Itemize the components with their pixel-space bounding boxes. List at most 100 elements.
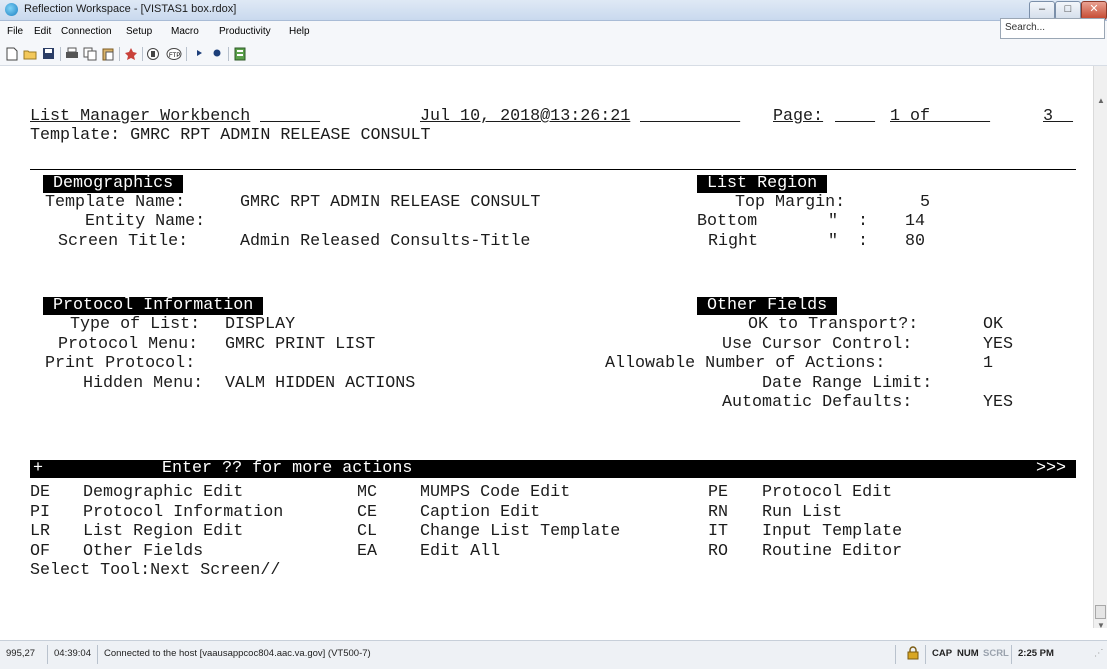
status-bar: 995,27 04:39:04 Connected to the host [v… (0, 640, 1107, 669)
screen-title-value[interactable]: Admin Released Consults-Title (240, 233, 530, 251)
top-margin-value[interactable]: 5 (920, 194, 930, 212)
lock-icon (906, 646, 920, 663)
date-range-label: Date Range Limit: (762, 374, 933, 393)
type-of-list-label: Type of List: (70, 315, 201, 334)
action-code[interactable]: MC (357, 484, 377, 502)
ok-transport-value[interactable]: OK (983, 316, 1003, 334)
action-code[interactable]: IT (708, 523, 728, 541)
menu-file[interactable]: File (7, 26, 23, 37)
action-bar: + Enter ?? for more actions >>> (30, 460, 1076, 478)
hidden-menu-label: Hidden Menu: (83, 374, 204, 393)
print-icon[interactable] (65, 47, 79, 61)
action-label[interactable]: Run List (762, 504, 842, 522)
action-label[interactable]: Other Fields (83, 543, 203, 561)
num-indicator: NUM (957, 648, 979, 659)
record-icon[interactable] (210, 47, 224, 61)
right-value[interactable]: 80 (905, 233, 925, 251)
action-label[interactable]: Routine Editor (762, 543, 902, 561)
copy-icon[interactable] (83, 47, 97, 61)
bottom-ditto: " : (828, 212, 869, 231)
menu-connection[interactable]: Connection (61, 26, 112, 37)
play-icon[interactable] (192, 47, 206, 61)
demographics-heading-text: Demographics (53, 174, 174, 193)
more-actions-indicator[interactable]: >>> (1036, 460, 1066, 478)
action-code[interactable]: PE (708, 484, 728, 502)
allowable-actions-label: Allowable Number of Actions: (605, 354, 886, 373)
action-label[interactable]: Change List Template (420, 523, 620, 541)
bottom-value[interactable]: 14 (905, 213, 925, 231)
action-code[interactable]: EA (357, 543, 377, 561)
protocol-heading: Protocol Information (43, 296, 264, 315)
menu-edit[interactable]: Edit (34, 26, 51, 37)
ftp-icon[interactable]: FTP (166, 47, 182, 61)
other-fields-heading: Other Fields (697, 296, 838, 315)
scroll-thumb[interactable] (1095, 605, 1106, 619)
ok-transport-label: OK to Transport?: (748, 315, 919, 334)
header-page-of: of (910, 107, 931, 126)
print-protocol-label: Print Protocol: (45, 354, 196, 373)
action-label[interactable]: Caption Edit (420, 504, 540, 522)
action-code[interactable]: CE (357, 504, 377, 522)
action-label[interactable]: Protocol Edit (762, 484, 892, 502)
header-filler (260, 108, 320, 126)
list-region-heading-text: List Region (707, 174, 818, 193)
search-input[interactable]: Search... (1000, 18, 1105, 39)
header-filler-3 (835, 108, 875, 126)
new-file-icon[interactable] (5, 47, 19, 61)
save-icon[interactable] (41, 47, 55, 61)
menu-setup[interactable]: Setup (126, 26, 152, 37)
action-code[interactable]: DE (30, 484, 50, 502)
clock: 2:25 PM (1018, 648, 1054, 659)
template-name-value[interactable]: GMRC RPT ADMIN RELEASE CONSULT (240, 194, 540, 212)
paste-icon[interactable] (101, 47, 115, 61)
template-line: Template: GMRC RPT ADMIN RELEASE CONSULT (30, 126, 431, 145)
action-label[interactable]: Edit All (420, 543, 500, 561)
elapsed-time: 04:39:04 (54, 648, 91, 659)
select-tool-prompt[interactable]: Select Tool:Next Screen// (30, 562, 280, 580)
svg-text:FTP: FTP (169, 53, 180, 59)
bottom-label: Bottom (697, 212, 758, 231)
hidden-menu-value[interactable]: VALM HIDDEN ACTIONS (225, 375, 415, 393)
action-label[interactable]: MUMPS Code Edit (420, 484, 570, 502)
clipboard-icon[interactable] (146, 47, 160, 61)
header-title: List Manager Workbench (30, 107, 251, 126)
action-code[interactable]: RO (708, 543, 728, 561)
action-code[interactable]: CL (357, 523, 377, 541)
open-folder-icon[interactable] (23, 47, 37, 61)
menu-bar: File Edit Connection Setup Macro Product… (0, 21, 1107, 43)
header-filler-2 (640, 108, 740, 126)
action-label[interactable]: Input Template (762, 523, 902, 541)
scroll-down-icon[interactable]: ▼ (1094, 621, 1107, 630)
scroll-up-icon[interactable]: ▲ (1094, 96, 1107, 105)
header-date: Jul 10, 2018@13:26:21 (420, 107, 631, 126)
resize-grip-icon[interactable]: ⋰ (1094, 648, 1104, 659)
cursor-control-value[interactable]: YES (983, 336, 1013, 354)
protocol-heading-text: Protocol Information (53, 296, 254, 315)
right-label: Right (708, 232, 759, 251)
action-label[interactable]: Demographic Edit (83, 484, 243, 502)
terminal-screen[interactable]: List Manager Workbench Jul 10, 2018@13:2… (0, 66, 1093, 628)
scrl-indicator: SCRL (983, 648, 1009, 659)
screen-title-label: Screen Title: (58, 232, 189, 251)
protocol-menu-value[interactable]: GMRC PRINT LIST (225, 336, 375, 354)
allowable-actions-value[interactable]: 1 (983, 355, 993, 373)
menu-macro[interactable]: Macro (171, 26, 199, 37)
list-region-heading: List Region (697, 174, 828, 193)
macro-icon[interactable] (124, 47, 138, 61)
action-code[interactable]: OF (30, 543, 50, 561)
action-code[interactable]: LR (30, 523, 50, 541)
action-label[interactable]: Protocol Information (83, 504, 283, 522)
action-label[interactable]: List Region Edit (83, 523, 243, 541)
action-code[interactable]: PI (30, 504, 50, 522)
header-filler-4 (900, 108, 910, 126)
other-fields-heading-text: Other Fields (707, 296, 828, 315)
vertical-scrollbar[interactable]: ▲ ▼ (1093, 66, 1107, 630)
menu-help[interactable]: Help (289, 26, 310, 37)
connection-status: Connected to the host [vaausappcoc804.aa… (104, 648, 371, 659)
type-of-list-value[interactable]: DISPLAY (225, 316, 295, 334)
action-code[interactable]: RN (708, 504, 728, 522)
quick-keys-icon[interactable] (233, 47, 247, 61)
cursor-position: 995,27 (6, 648, 36, 659)
menu-productivity[interactable]: Productivity (219, 26, 271, 37)
auto-defaults-value[interactable]: YES (983, 394, 1013, 412)
